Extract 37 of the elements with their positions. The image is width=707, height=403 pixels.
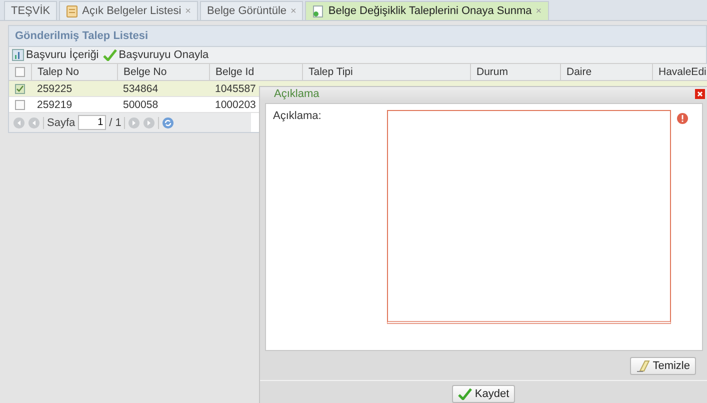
column-header[interactable]: HavaleEdil: [652, 64, 707, 80]
error-icon: [677, 113, 688, 124]
column-header[interactable]: Durum: [470, 64, 560, 80]
field-label: Açıklama:: [273, 110, 322, 124]
column-header[interactable]: Belge No: [117, 64, 209, 80]
close-icon[interactable]: [695, 89, 705, 99]
previous-page-icon[interactable]: [28, 116, 40, 128]
toolbar-button[interactable]: Başvuruyu Onayla: [102, 49, 209, 61]
table-cell: 534864: [117, 80, 209, 96]
chart-document-icon: [12, 49, 24, 61]
next-page-icon[interactable]: [128, 116, 140, 128]
eraser-icon: [636, 360, 650, 372]
column-header[interactable]: Belge Id: [209, 64, 302, 80]
column-header[interactable]: Talep No: [31, 64, 117, 80]
save-button[interactable]: Kaydet: [452, 385, 516, 403]
tab[interactable]: Belge Görüntüle ×: [200, 1, 304, 20]
page-field[interactable]: 1: [78, 115, 106, 130]
first-page-icon[interactable]: [13, 116, 25, 128]
refresh-icon[interactable]: [162, 116, 174, 128]
clear-button[interactable]: Temizle: [630, 357, 696, 375]
page-total: / 1: [109, 116, 122, 128]
description-field[interactable]: [387, 110, 671, 324]
tab[interactable]: Belge Değişiklik Taleplerini Onaya Sunma ×: [305, 1, 549, 20]
tab[interactable]: Açık Belgeler Listesi ×: [59, 1, 198, 20]
column-header[interactable]: Talep Tipi: [302, 64, 470, 80]
panel-title: Gönderilmiş Talep Listesi: [9, 26, 706, 47]
row-checkbox[interactable]: [15, 100, 25, 110]
toolbar-button[interactable]: Başvuru İçeriği: [12, 49, 99, 61]
page-label: Sayfa: [47, 116, 76, 128]
checkmark-icon: [102, 49, 117, 61]
table-cell: 259225: [31, 80, 117, 96]
column-header[interactable]: Daire: [560, 64, 652, 80]
tab[interactable]: TEŞVİK: [4, 1, 58, 20]
select-all-checkbox[interactable]: [15, 67, 25, 77]
row-checkbox[interactable]: [15, 84, 25, 94]
checkmark-icon: [458, 388, 472, 400]
last-page-icon[interactable]: [143, 116, 156, 128]
